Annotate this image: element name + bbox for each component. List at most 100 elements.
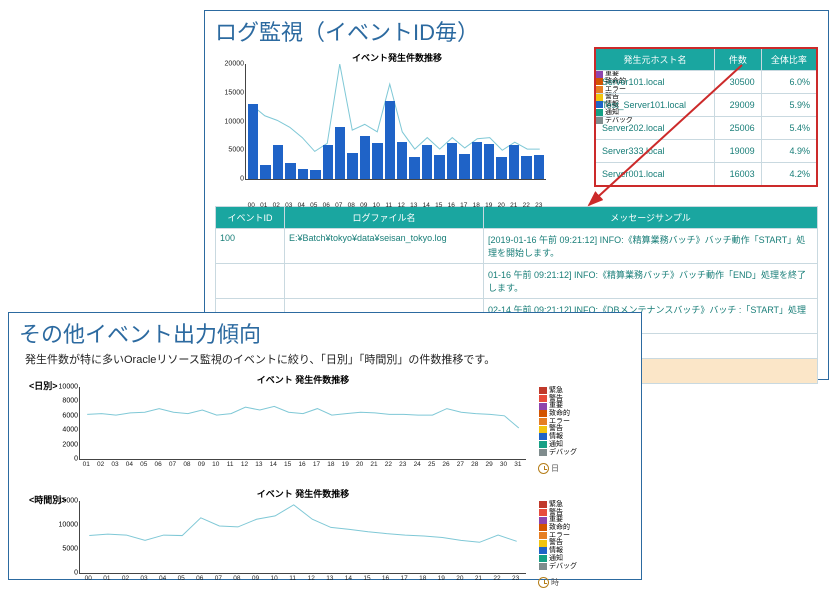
x-tick: 17: [458, 202, 471, 209]
legend-swatch: [539, 395, 547, 402]
legend-swatch: [539, 524, 547, 531]
x-tick: 06: [190, 575, 209, 582]
legend-swatch: [539, 418, 547, 425]
bar: [472, 142, 482, 179]
host-row: Test_Server101.local290095.9%: [595, 94, 817, 117]
panel-other-events: その他イベント出力傾向 発生件数が特に多いOracleリソース監視のイベントに絞…: [8, 312, 642, 580]
x-tick: 04: [295, 202, 308, 209]
legend-label: 致命的: [549, 410, 570, 418]
legend-label: 情報: [549, 547, 563, 555]
bar: [447, 143, 457, 179]
event-id: [216, 264, 285, 299]
host-row: Server101.local305006.0%: [595, 71, 817, 94]
x-tick: 23: [396, 461, 410, 468]
legend-label: 緊急: [549, 387, 563, 395]
x-tick: 01: [258, 202, 271, 209]
legend-swatch: [539, 403, 547, 410]
x-tick: 21: [367, 461, 381, 468]
y-tick: 0: [240, 176, 246, 183]
x-tick: 08: [345, 202, 358, 209]
x-tick: 13: [321, 575, 340, 582]
x-tick: 11: [383, 202, 396, 209]
x-tick: 19: [483, 202, 496, 209]
legend-item: 緊急: [539, 501, 577, 509]
legend-item: 重要: [539, 402, 577, 410]
host-ratio: 5.4%: [761, 117, 817, 140]
legend-label: 緊急: [549, 501, 563, 509]
y-tick: 20000: [225, 61, 246, 68]
x-tick: 20: [495, 202, 508, 209]
x-tick: 17: [395, 575, 414, 582]
x-tick: 05: [308, 202, 321, 209]
x-tick: 01: [79, 461, 93, 468]
x-tick: 03: [108, 461, 122, 468]
unit-hourly: 時: [538, 577, 559, 588]
legend-swatch: [539, 449, 547, 456]
event-file: [285, 264, 484, 299]
y-tick: 6000: [62, 412, 78, 419]
x-tick: 03: [135, 575, 154, 582]
host-row: Server202.local250065.4%: [595, 117, 817, 140]
x-tick: 14: [266, 461, 280, 468]
event-msg: [2019-01-16 午前 09:21:12] INFO:《精算業務バッチ》バ…: [484, 229, 818, 264]
legend-label: デバッグ: [549, 563, 577, 571]
x-tick: 12: [395, 202, 408, 209]
x-tick: 22: [381, 461, 395, 468]
host-table: 発生元ホスト名件数全体比率 Server101.local305006.0%Te…: [594, 47, 818, 187]
event-msg: 01-16 午前 09:21:12] INFO:《精算業務バッチ》バッチ動作「E…: [484, 264, 818, 299]
clock-icon: [538, 463, 549, 474]
x-tick: 26: [439, 461, 453, 468]
legend-item: 警告: [539, 539, 577, 547]
y-tick: 10000: [59, 522, 78, 529]
bar: [310, 170, 320, 179]
bar: [484, 144, 494, 179]
x-tick: 22: [488, 575, 507, 582]
legend-daily: 緊急警告重要致命的エラー警告情報通知デバッグ: [539, 387, 577, 456]
x-tick: 10: [209, 461, 223, 468]
legend-swatch: [539, 532, 547, 539]
legend-swatch: [539, 426, 547, 433]
host-count: 16003: [715, 163, 762, 187]
legend-item: 通知: [539, 555, 577, 563]
host-count: 30500: [715, 71, 762, 94]
x-tick: 03: [283, 202, 296, 209]
bar: [509, 145, 519, 179]
x-tick: 05: [172, 575, 191, 582]
legend-hourly: 緊急警告重要致命的エラー警告情報通知デバッグ: [539, 501, 577, 570]
y-tick: 10000: [59, 384, 78, 391]
bar: [496, 157, 506, 179]
x-tick: 18: [324, 461, 338, 468]
bar: [360, 136, 370, 179]
host-ratio: 5.9%: [761, 94, 817, 117]
legend-swatch: [539, 410, 547, 417]
x-tick: 20: [451, 575, 470, 582]
x-tick: 10: [370, 202, 383, 209]
legend-label: 警告: [549, 425, 563, 433]
legend-swatch: [539, 501, 547, 508]
x-tick: 15: [358, 575, 377, 582]
x-tick: 28: [468, 461, 482, 468]
legend-swatch: [539, 433, 547, 440]
bar: [298, 169, 308, 179]
chart-daily-title: イベント 発生件数推移: [23, 373, 583, 386]
y-tick: 5000: [62, 546, 78, 553]
legend-item: 重要: [539, 516, 577, 524]
x-tick: 27: [453, 461, 467, 468]
x-tick: 31: [511, 461, 525, 468]
host-ratio: 6.0%: [761, 71, 817, 94]
x-tick: 23: [533, 202, 546, 209]
bar: [273, 145, 283, 180]
legend-item: 情報: [539, 547, 577, 555]
x-tick: 08: [228, 575, 247, 582]
x-tick: 19: [338, 461, 352, 468]
host-header: 全体比率: [761, 48, 817, 71]
x-tick: 25: [424, 461, 438, 468]
bar: [347, 153, 357, 179]
legend-swatch: [539, 555, 547, 562]
unit-daily: 日: [538, 463, 559, 474]
x-tick: 00: [245, 202, 258, 209]
host-ratio: 4.9%: [761, 140, 817, 163]
legend-label: 致命的: [549, 524, 570, 532]
host-count: 29009: [715, 94, 762, 117]
x-tick: 23: [506, 575, 525, 582]
